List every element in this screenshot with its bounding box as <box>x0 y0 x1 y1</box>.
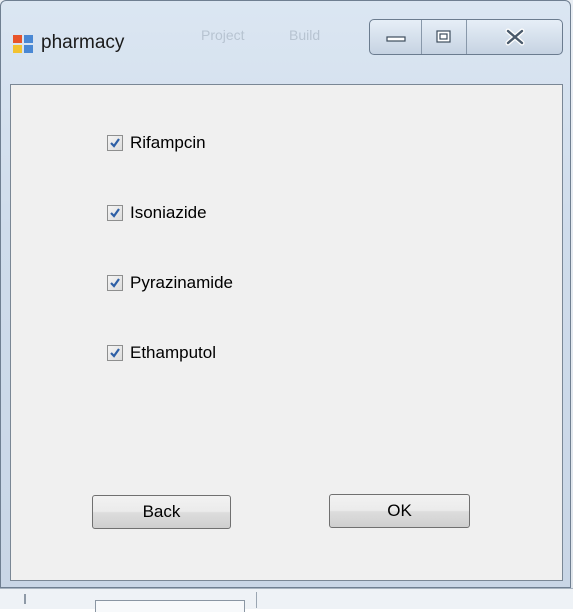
maximize-button[interactable] <box>422 20 467 54</box>
close-icon <box>505 28 524 46</box>
ghost-menu-project: Project <box>201 27 245 43</box>
maximize-icon <box>436 30 451 43</box>
checkbox-label: Rifampcin <box>130 133 206 152</box>
window-title: pharmacy <box>41 32 125 53</box>
checkbox-label: Isoniazide <box>130 203 207 222</box>
checkbox-box[interactable] <box>107 275 123 291</box>
back-button[interactable]: Back <box>92 495 231 529</box>
checkbox-label: Pyrazinamide <box>130 273 233 292</box>
background-tab <box>95 600 245 612</box>
checkmark-icon <box>110 278 120 288</box>
checkbox-box[interactable] <box>107 205 123 221</box>
checkbox-rifampcin[interactable]: Rifampcin <box>107 131 206 155</box>
pharmacy-window: pharmacy Project Build Rifampcin Isoniaz… <box>0 0 571 588</box>
checkbox-isoniazide[interactable]: Isoniazide <box>107 201 207 225</box>
title-bar[interactable]: pharmacy Project Build <box>1 1 572 83</box>
checkbox-box[interactable] <box>107 345 123 361</box>
caption-buttons <box>369 19 563 55</box>
checkmark-icon <box>110 138 120 148</box>
checkmark-icon <box>110 208 120 218</box>
background-window-strip <box>0 588 573 609</box>
app-icon <box>13 35 33 53</box>
checkbox-ethamputol[interactable]: Ethamputol <box>107 341 216 365</box>
checkbox-pyrazinamide[interactable]: Pyrazinamide <box>107 271 233 295</box>
ghost-menu-build: Build <box>289 27 321 43</box>
checkbox-label: Ethamputol <box>130 343 216 362</box>
minimize-icon <box>386 36 406 42</box>
close-button[interactable] <box>467 20 562 54</box>
ok-button[interactable]: OK <box>329 494 470 528</box>
form-client-area: Rifampcin Isoniazide Pyrazinamide Ethamp… <box>10 84 563 581</box>
checkbox-box[interactable] <box>107 135 123 151</box>
checkmark-icon <box>110 348 120 358</box>
background-grip <box>24 594 26 604</box>
minimize-button[interactable] <box>370 20 423 54</box>
background-divider <box>256 592 257 608</box>
